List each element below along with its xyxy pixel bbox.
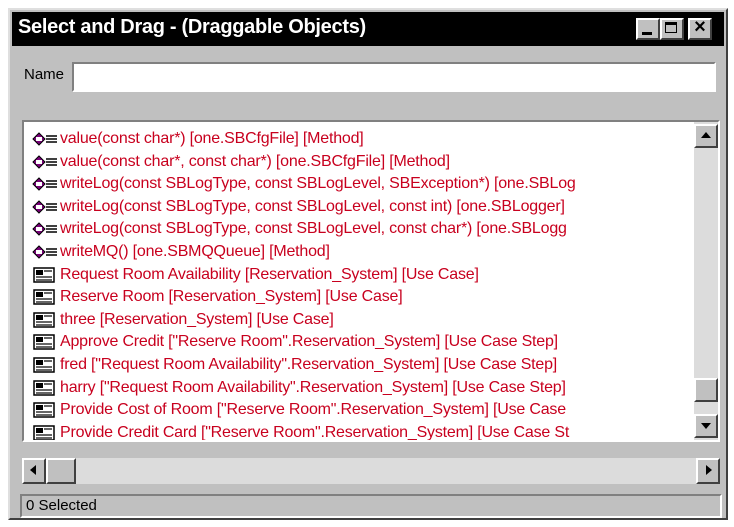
method-icon — [32, 176, 58, 192]
use-case-icon — [32, 334, 58, 351]
minimize-button[interactable] — [636, 18, 660, 40]
list-item-label: value(const char*, const char*) [one.SBC… — [60, 152, 450, 170]
method-icon — [32, 199, 58, 215]
list-item-label: value(const char*) [one.SBCfgFile] [Meth… — [60, 130, 364, 147]
use-case-icon — [32, 379, 58, 396]
close-icon: × — [694, 16, 706, 38]
maximize-button[interactable] — [660, 18, 684, 40]
list-item-label: writeLog(const SBLogType, const SBLogLev… — [60, 220, 567, 238]
list-item-label: writeLog(const SBLogType, const SBLogLev… — [60, 175, 576, 193]
horizontal-scrollbar[interactable] — [22, 458, 720, 484]
list-item-label: Reserve Room [Reservation_System] [Use C… — [60, 288, 403, 306]
arrow-right-icon — [706, 465, 712, 475]
list-item-label: Provide Credit Card ["Reserve Room".Rese… — [60, 423, 570, 440]
select-drag-window: Select and Drag - (Draggable Objects) × … — [8, 8, 728, 520]
use-case-icon — [32, 266, 58, 283]
name-label: Name — [24, 66, 65, 83]
object-list-items: value(const char*) [one.SBCfgFile] [Meth… — [24, 122, 694, 440]
status-bar: 0 Selected — [20, 494, 722, 518]
list-item-label: Provide Cost of Room ["Reserve Room".Res… — [60, 401, 566, 419]
method-icon — [32, 244, 58, 260]
maximize-icon — [665, 22, 677, 33]
method-icon — [32, 154, 58, 170]
scroll-up-button[interactable] — [694, 124, 718, 148]
list-item-label: three [Reservation_System] [Use Case] — [60, 310, 334, 328]
window-title: Select and Drag - (Draggable Objects) — [18, 16, 366, 38]
vertical-scrollbar[interactable] — [694, 122, 718, 440]
scroll-left-button[interactable] — [22, 458, 46, 484]
scroll-right-button[interactable] — [696, 458, 720, 484]
use-case-icon — [32, 289, 58, 305]
list-item-label: harry ["Request Room Availability".Reser… — [60, 378, 566, 396]
list-item-label: Request Room Availability [Reservation_S… — [60, 265, 479, 283]
horizontal-scroll-thumb[interactable] — [46, 458, 76, 484]
use-case-icon — [32, 402, 58, 418]
list-item-label: Approve Credit ["Reserve Room".Reservati… — [60, 333, 558, 351]
arrow-up-icon — [701, 132, 711, 138]
list-item-label: fred ["Request Room Availability".Reserv… — [60, 356, 558, 373]
list-item-label: writeLog(const SBLogType, const SBLogLev… — [60, 197, 565, 215]
arrow-down-icon — [701, 423, 711, 429]
status-text: 0 Selected — [26, 497, 97, 514]
name-input[interactable] — [72, 62, 716, 92]
arrow-left-icon — [30, 465, 36, 475]
vertical-scroll-thumb[interactable] — [694, 378, 718, 402]
close-button[interactable]: × — [688, 16, 712, 40]
use-case-icon — [32, 312, 58, 328]
method-icon — [32, 221, 58, 237]
use-case-icon — [32, 357, 58, 373]
title-bar[interactable]: Select and Drag - (Draggable Objects) × — [12, 12, 724, 46]
use-case-icon — [32, 425, 58, 440]
object-list[interactable]: value(const char*) [one.SBCfgFile] [Meth… — [22, 120, 720, 442]
minimize-icon — [642, 32, 652, 35]
scroll-down-button[interactable] — [694, 414, 718, 438]
list-item-label: writeMQ() [one.SBMQQueue] [Method] — [60, 243, 330, 260]
method-icon — [32, 131, 58, 147]
